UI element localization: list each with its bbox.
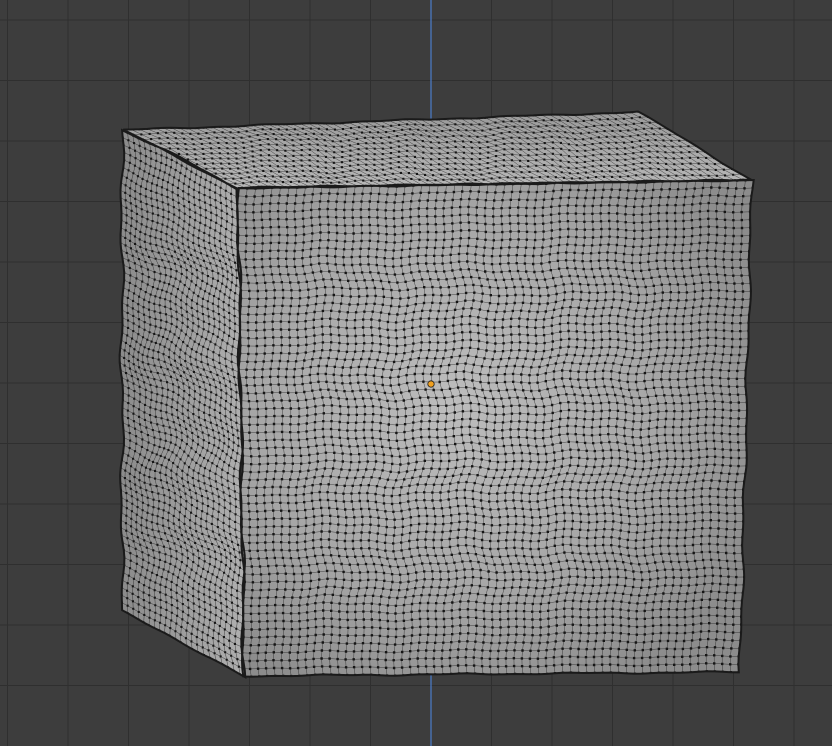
object-origin-marker xyxy=(427,380,435,388)
3d-viewport[interactable] xyxy=(0,0,832,746)
viewport-canvas[interactable] xyxy=(0,0,832,746)
mesh-object[interactable] xyxy=(118,110,755,679)
